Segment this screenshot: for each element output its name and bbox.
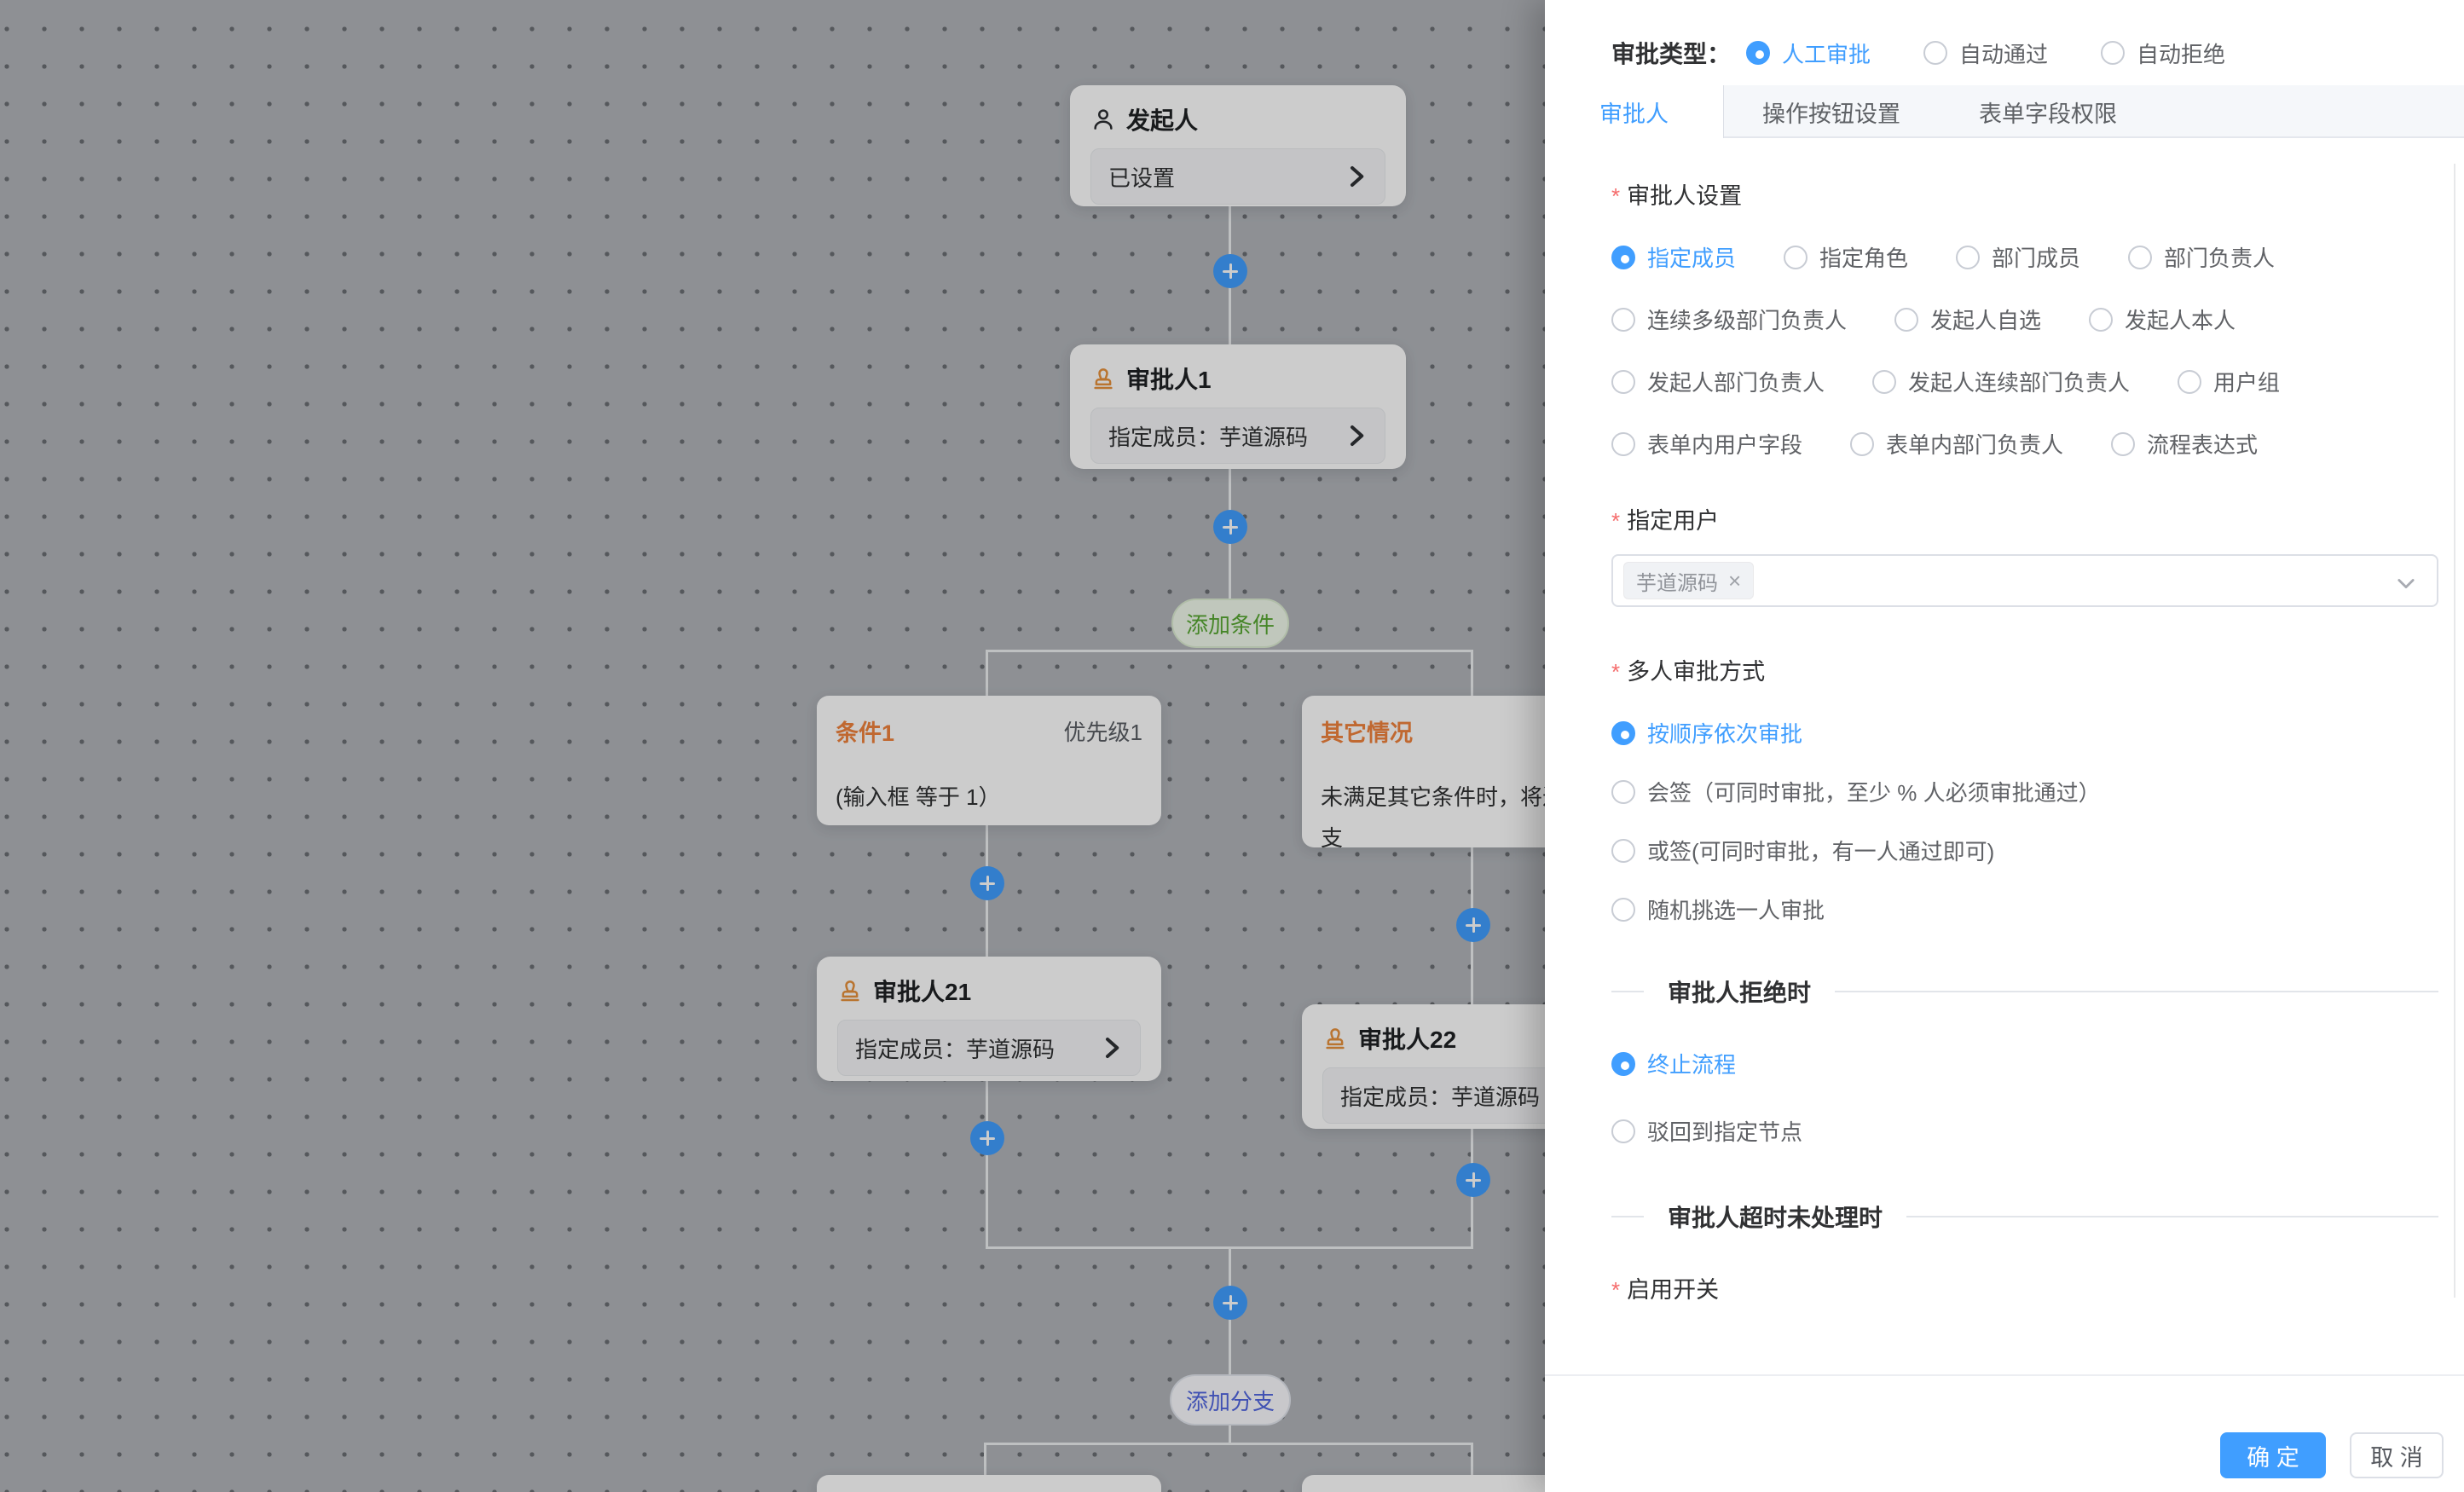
radio-dot xyxy=(1872,370,1896,394)
radio-dot xyxy=(1956,246,1980,269)
reject-section-divider: 审批人拒绝时 xyxy=(1611,974,2438,1009)
approve-type-label: 审批类型： xyxy=(1611,36,1731,70)
radio-starter-self[interactable]: 发起人本人 xyxy=(2089,304,2236,335)
radio-dept-member[interactable]: 部门成员 xyxy=(1956,241,2080,273)
radio-dot xyxy=(1850,432,1874,456)
radio-countersign[interactable]: 会签（可同时审批，至少 % 人必须审批通过） xyxy=(1611,776,2391,807)
radio-terminate-process[interactable]: 终止流程 xyxy=(1611,1048,2391,1079)
tab-button-settings[interactable]: 操作按钮设置 xyxy=(1724,85,1939,138)
radio-return-to-node[interactable]: 驳回到指定节点 xyxy=(1611,1115,2391,1147)
radio-auto-reject[interactable]: 自动拒绝 xyxy=(2101,38,2225,69)
radio-dot xyxy=(1611,839,1635,863)
radio-dot xyxy=(1611,370,1635,394)
timeout-section-title: 审批人超时未处理时 xyxy=(1644,1200,1906,1234)
radio-dot xyxy=(1611,898,1635,922)
radio-dot xyxy=(1611,780,1635,804)
approver-setting-row-4: 表单内用户字段 表单内部门负责人 流程表达式 xyxy=(1611,428,2438,460)
tag-close-icon[interactable]: × xyxy=(1728,570,1741,592)
confirm-button[interactable]: 确 定 xyxy=(2220,1432,2326,1478)
radio-dot xyxy=(1611,246,1635,269)
approver-setting-row-1: 指定成员 指定角色 部门成员 部门负责人 xyxy=(1611,241,2438,273)
radio-starter-multi-dept-leader[interactable]: 发起人连续部门负责人 xyxy=(1872,366,2130,397)
approve-type-row: 审批类型： 人工审批 自动通过 自动拒绝 xyxy=(1545,0,2464,85)
radio-user-group[interactable]: 用户组 xyxy=(2178,366,2280,397)
radio-starter-select[interactable]: 发起人自选 xyxy=(1894,304,2041,335)
cancel-button[interactable]: 取 消 xyxy=(2350,1432,2444,1478)
radio-dot xyxy=(2111,432,2135,456)
radio-dot xyxy=(2089,308,2113,332)
user-tag-text: 芋道源码 xyxy=(1636,566,1718,596)
tab-form-field-permission[interactable]: 表单字段权限 xyxy=(1939,85,2157,138)
radio-starter-dept-leader[interactable]: 发起人部门负责人 xyxy=(1611,366,1825,397)
radio-dot xyxy=(1611,308,1635,332)
radio-assigned-role[interactable]: 指定角色 xyxy=(1784,241,1908,273)
radio-dot xyxy=(1923,41,1947,65)
approver-setting-row-3: 发起人部门负责人 发起人连续部门负责人 用户组 xyxy=(1611,366,2438,397)
panel-scrollbar[interactable] xyxy=(2454,164,2455,1298)
settings-tabs: 审批人 操作按钮设置 表单字段权限 xyxy=(1545,85,2464,138)
chevron-down-icon xyxy=(2394,571,2418,595)
multi-mode-label: 多人审批方式 xyxy=(1611,653,2438,686)
radio-random-one[interactable]: 随机挑选一人审批 xyxy=(1611,893,2391,925)
radio-form-dept-leader[interactable]: 表单内部门负责人 xyxy=(1850,428,2063,460)
drawer-footer: 确 定 取 消 xyxy=(1545,1374,2464,1492)
radio-dot xyxy=(2101,41,2125,65)
radio-orsign[interactable]: 或签(可同时审批，有一人通过即可) xyxy=(1611,835,2391,866)
reject-section-title: 审批人拒绝时 xyxy=(1644,974,1835,1009)
radio-dot xyxy=(1894,308,1918,332)
radio-dot xyxy=(1611,1119,1635,1143)
radio-dot xyxy=(1746,41,1770,65)
enable-switch-label: 启用开关 xyxy=(1611,1271,2438,1304)
radio-dot xyxy=(1611,432,1635,456)
settings-scroll-area[interactable]: 审批人设置 指定成员 指定角色 部门成员 部门负责人 连续多级部门负责人 发起人… xyxy=(1545,138,2464,1320)
approver-setting-row-2: 连续多级部门负责人 发起人自选 发起人本人 xyxy=(1611,304,2438,335)
radio-dot xyxy=(1611,1052,1635,1076)
radio-form-user-field[interactable]: 表单内用户字段 xyxy=(1611,428,1802,460)
radio-dot xyxy=(1784,246,1808,269)
radio-manual-approve[interactable]: 人工审批 xyxy=(1746,38,1871,69)
radio-dot xyxy=(2178,370,2201,394)
assign-user-label: 指定用户 xyxy=(1611,502,2438,535)
approver-setting-label: 审批人设置 xyxy=(1611,177,2438,211)
tab-approver[interactable]: 审批人 xyxy=(1545,85,1724,138)
assign-user-select[interactable]: 芋道源码 × xyxy=(1611,554,2438,607)
radio-dot xyxy=(1611,721,1635,745)
radio-sequential[interactable]: 按顺序依次审批 xyxy=(1611,717,2391,749)
user-tag: 芋道源码 × xyxy=(1623,562,1754,599)
radio-process-expression[interactable]: 流程表达式 xyxy=(2111,428,2258,460)
radio-dot xyxy=(2128,246,2152,269)
radio-assigned-member[interactable]: 指定成员 xyxy=(1611,241,1736,273)
radio-multi-level-dept-leader[interactable]: 连续多级部门负责人 xyxy=(1611,304,1847,335)
radio-auto-pass[interactable]: 自动通过 xyxy=(1923,38,2048,69)
approval-settings-drawer: 审批类型： 人工审批 自动通过 自动拒绝 审批人 操作按钮设置 表单字段权限 审… xyxy=(1545,0,2464,1492)
radio-dept-leader[interactable]: 部门负责人 xyxy=(2128,241,2275,273)
timeout-section-divider: 审批人超时未处理时 xyxy=(1611,1200,2438,1234)
flow-designer: 发起人 已设置 审批人1 指定成员：芋道源码 添加条件 xyxy=(0,0,2464,1492)
